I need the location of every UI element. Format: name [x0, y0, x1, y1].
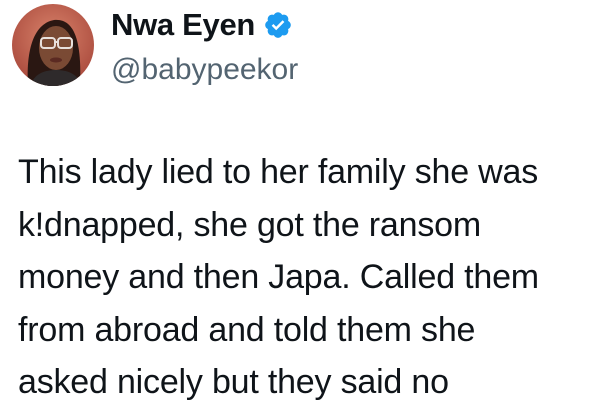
author-name-row: Nwa Eyen — [111, 5, 293, 45]
tweet-text-line: This lady lied to her family she was — [18, 153, 539, 191]
author-display-name[interactable]: Nwa Eyen — [111, 5, 255, 45]
avatar-image — [12, 4, 94, 86]
tweet-card: Nwa Eyen @babypeekor This lady lied to h… — [0, 0, 615, 410]
tweet-text-line: k!dnapped, she got the ransom — [18, 205, 481, 244]
author-handle[interactable]: @babypeekor — [111, 52, 298, 88]
tweet-text-line: asked nicely but they said no — [18, 363, 449, 401]
author-avatar[interactable] — [12, 4, 94, 86]
tweet-text-line: from abroad and told them she — [18, 310, 476, 349]
tweet-text-line: money and then Japa. Called them — [18, 258, 539, 296]
tweet-text: This lady lied to her family she was k!d… — [18, 146, 613, 409]
verified-badge-icon — [263, 10, 293, 40]
